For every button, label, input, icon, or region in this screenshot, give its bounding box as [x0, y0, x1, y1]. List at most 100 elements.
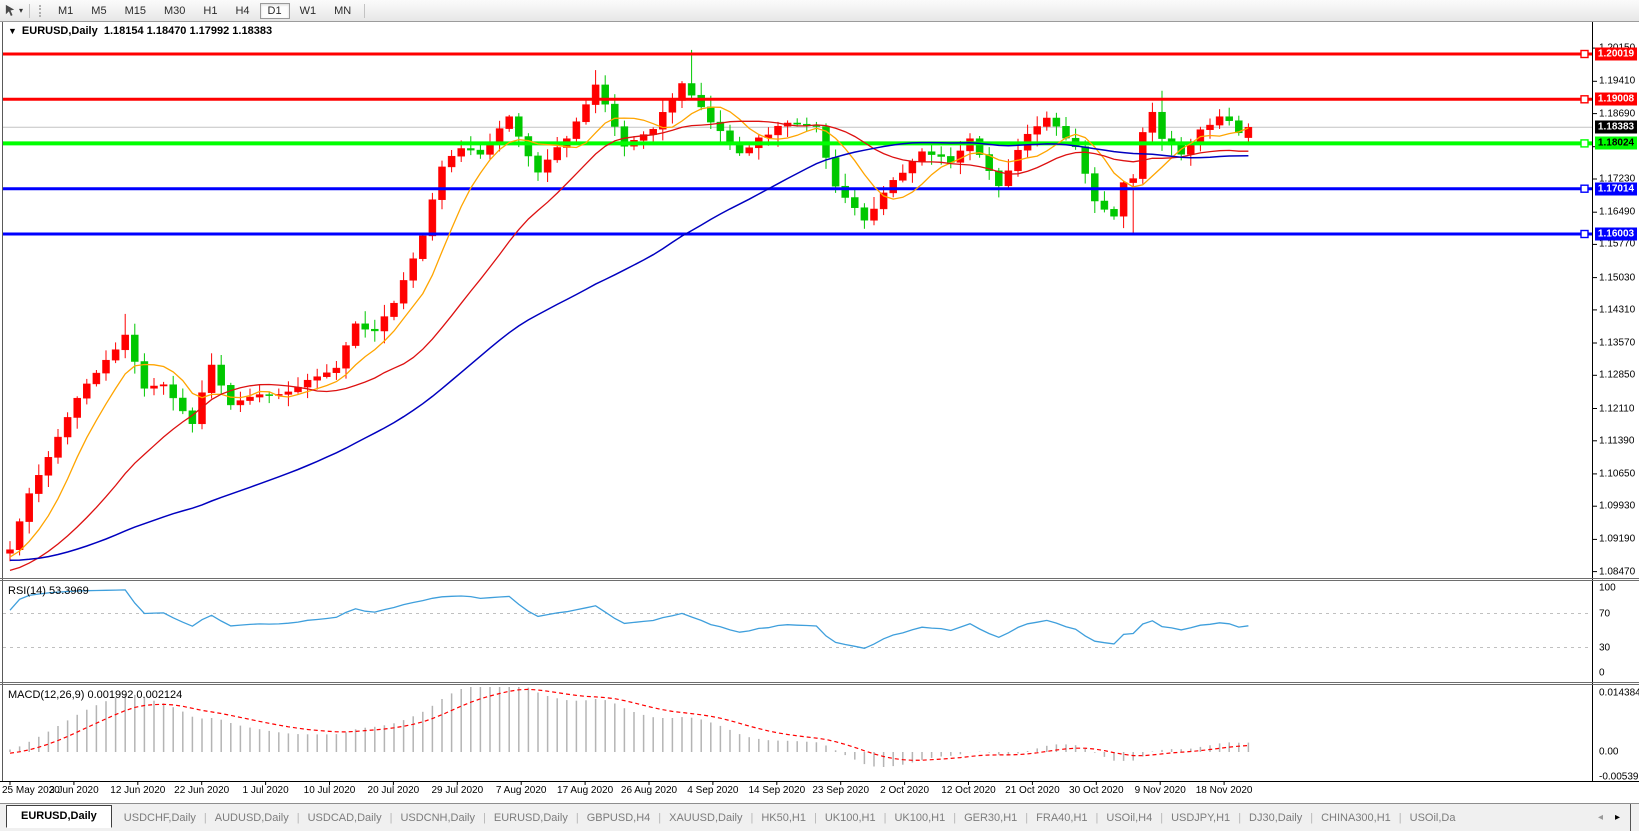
rsi-line: [10, 590, 1248, 648]
date-axis-label: 30 Oct 2020: [1069, 785, 1123, 796]
collapse-triangle-icon[interactable]: ▼: [8, 26, 17, 36]
chart-tab-fra40-h1[interactable]: FRA40,H1: [1036, 812, 1087, 824]
chart-tab-uk100-h1[interactable]: UK100,H1: [894, 812, 945, 824]
current-price-label: 1.18383: [1595, 121, 1637, 134]
timeframes-toolbar: ▾ M1M5M15M30H1H4D1W1MN: [0, 0, 1639, 22]
chart-tab-usdcad-daily[interactable]: USDCAD,Daily: [308, 812, 382, 824]
timeframe-button-mn[interactable]: MN: [326, 3, 359, 19]
price-axis-label: 1.16490: [1599, 207, 1635, 218]
candles-layer: [7, 50, 1252, 561]
level-price-label: 1.20019: [1595, 48, 1637, 61]
price-axis-label: 1.15770: [1599, 239, 1635, 250]
timeframe-button-m1[interactable]: M1: [50, 3, 81, 19]
tab-separator: |: [297, 812, 300, 824]
tab-separator: |: [814, 812, 817, 824]
chart-title: ▼EURUSD,Daily 1.18154 1.18470 1.17992 1.…: [8, 25, 272, 37]
tab-separator: |: [884, 812, 887, 824]
rsi-axis-label: 100: [1599, 583, 1616, 594]
tab-scroll-right-icon[interactable]: ▸: [1615, 812, 1620, 823]
tab-separator: |: [483, 812, 486, 824]
level-price-label: 1.17014: [1595, 182, 1637, 195]
timeframe-button-w1[interactable]: W1: [292, 3, 325, 19]
level-price-label: 1.19008: [1595, 93, 1637, 106]
tab-separator: |: [390, 812, 393, 824]
date-axis-label: 1 Jul 2020: [243, 785, 289, 796]
date-axis-label: 7 Aug 2020: [496, 785, 547, 796]
timeframe-button-d1[interactable]: D1: [260, 3, 290, 19]
chart-symbol: EURUSD,Daily: [22, 25, 98, 37]
rsi-axis-label: 30: [1599, 642, 1610, 653]
chart-tab-audusd-daily[interactable]: AUDUSD,Daily: [215, 812, 289, 824]
timeframe-button-m5[interactable]: M5: [83, 3, 114, 19]
chart-plot-area[interactable]: [0, 0, 1639, 830]
tab-separator: |: [576, 812, 579, 824]
chart-tab-bar: EURUSD,Daily USDCHF,Daily | AUDUSD,Daily | US…: [0, 803, 1639, 831]
toolbar-grip-handle[interactable]: [39, 5, 44, 17]
tab-separator: |: [1399, 812, 1402, 824]
date-axis-label: 9 Nov 2020: [1135, 785, 1186, 796]
date-axis-label: 21 Oct 2020: [1005, 785, 1059, 796]
chart-tab-eurusd-daily[interactable]: EURUSD,Daily: [6, 805, 112, 828]
chart-tab-dj30-daily[interactable]: DJ30,Daily: [1249, 812, 1302, 824]
price-axis-label: 1.09930: [1599, 501, 1635, 512]
date-axis-label: 2 Oct 2020: [880, 785, 929, 796]
date-axis-label: 4 Sep 2020: [687, 785, 738, 796]
macd-axis-label: 0.014384: [1599, 688, 1639, 699]
tab-separator: |: [1096, 812, 1099, 824]
chart-tab-ger30-h1[interactable]: GER30,H1: [964, 812, 1017, 824]
horizontal-level-lines[interactable]: [3, 51, 1592, 238]
price-axis-label: 1.18690: [1599, 108, 1635, 119]
chart-tab-eurusd-daily[interactable]: EURUSD,Daily: [494, 812, 568, 824]
chart-tab-usoil-da[interactable]: USOil,Da: [1410, 812, 1456, 824]
level-price-label: 1.18024: [1595, 137, 1637, 150]
rsi-pane-title: RSI(14) 53.3969: [8, 585, 89, 597]
chart-tab-hk50-h1[interactable]: HK50,H1: [761, 812, 806, 824]
price-axis-label: 1.13570: [1599, 338, 1635, 349]
tab-scroll-left-icon[interactable]: ◂: [1598, 812, 1603, 823]
tab-separator: |: [750, 812, 753, 824]
macd-axis-label: 0.00: [1599, 747, 1618, 758]
date-axis-label: 23 Sep 2020: [812, 785, 869, 796]
chart-frame: [0, 22, 1639, 782]
tab-separator: |: [953, 812, 956, 824]
chart-tab-usoil-h4[interactable]: USOil,H4: [1106, 812, 1152, 824]
rsi-axis-label: 70: [1599, 608, 1610, 619]
chart-tab-uk100-h1[interactable]: UK100,H1: [825, 812, 876, 824]
tab-separator: |: [204, 812, 207, 824]
chart-tab-usdjpy-h1[interactable]: USDJPY,H1: [1171, 812, 1230, 824]
ma-fast-line: [10, 107, 1248, 557]
date-axis-label: 12 Oct 2020: [941, 785, 995, 796]
tab-separator: |: [1310, 812, 1313, 824]
timeframe-button-m30[interactable]: M30: [156, 3, 193, 19]
tab-separator: |: [1025, 812, 1028, 824]
date-axis-label: 3 Jun 2020: [49, 785, 99, 796]
level-price-label: 1.16003: [1595, 228, 1637, 241]
mt4-window: ▾ M1M5M15M30H1H4D1W1MN ▼ EURUSD,Daily 1.1…: [0, 0, 1639, 830]
cursor-tool-icon[interactable]: ▾: [2, 3, 25, 18]
price-axis-label: 1.10650: [1599, 468, 1635, 479]
ma-slow-line: [10, 143, 1248, 561]
price-axis-label: 1.11390: [1599, 435, 1634, 446]
tab-separator: |: [658, 812, 661, 824]
date-axis-label: 12 Jun 2020: [110, 785, 165, 796]
toolbar-separator: [364, 4, 365, 18]
price-axis-label: 1.14310: [1599, 304, 1635, 315]
date-axis-label: 10 Jul 2020: [304, 785, 356, 796]
chart-tab-usdcnh-daily[interactable]: USDCNH,Daily: [400, 812, 475, 824]
date-axis-label: 29 Jul 2020: [431, 785, 483, 796]
timeframe-button-h4[interactable]: H4: [227, 3, 257, 19]
tab-separator: |: [1160, 812, 1163, 824]
chart-tab-gbpusd-h4[interactable]: GBPUSD,H4: [587, 812, 651, 824]
price-axis-label: 1.12110: [1599, 403, 1634, 414]
chart-tab-xauusd-daily[interactable]: XAUUSD,Daily: [669, 812, 742, 824]
chart-tab-china300-h1[interactable]: CHINA300,H1: [1321, 812, 1391, 824]
axis-ticks: [10, 48, 1597, 785]
timeframe-button-m15[interactable]: M15: [117, 3, 154, 19]
chart-tab-usdchf-daily[interactable]: USDCHF,Daily: [124, 812, 196, 824]
chevron-down-icon[interactable]: ▾: [19, 6, 23, 15]
toolbar-separator: [29, 4, 30, 18]
timeframe-button-h1[interactable]: H1: [195, 3, 225, 19]
price-axis-label: 1.12850: [1599, 370, 1635, 381]
rsi-axis-label: 0: [1599, 668, 1605, 679]
date-axis-label: 14 Sep 2020: [748, 785, 805, 796]
